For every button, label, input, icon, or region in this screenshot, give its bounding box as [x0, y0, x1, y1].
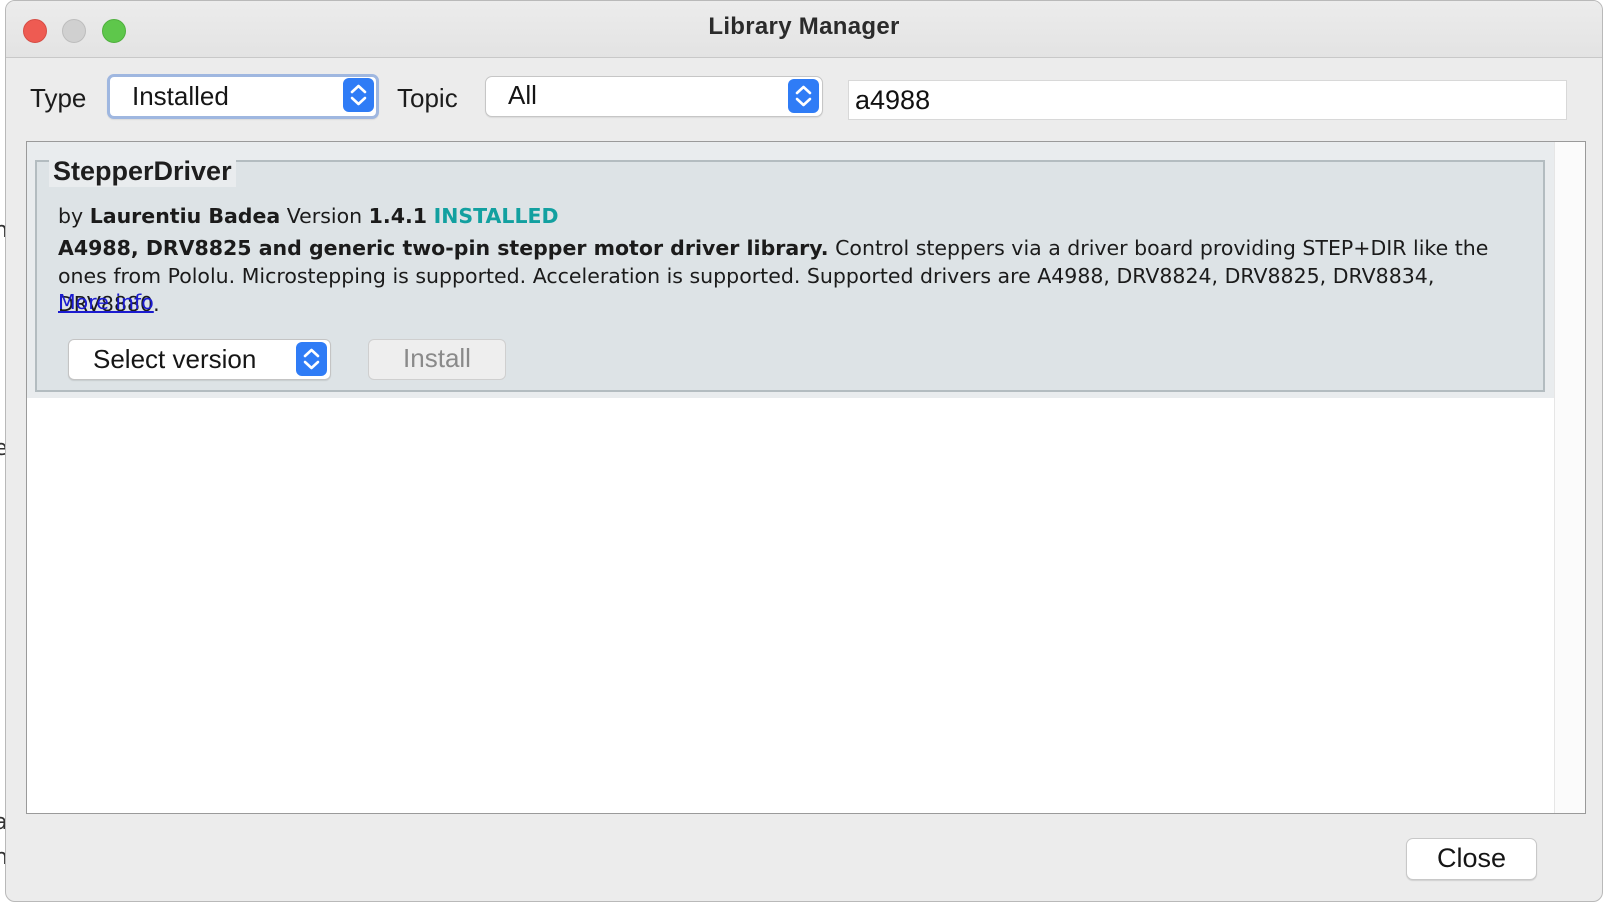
topic-select[interactable]: All [485, 76, 823, 117]
library-description: A4988, DRV8825 and generic two-pin stepp… [58, 234, 1538, 318]
library-summary: A4988, DRV8825 and generic two-pin stepp… [58, 236, 829, 260]
close-button[interactable]: Close [1406, 838, 1537, 880]
type-select-value: Installed [132, 81, 229, 111]
by-label: by [58, 204, 84, 228]
chevron-up-down-icon [788, 79, 819, 113]
type-label: Type [30, 83, 87, 113]
title-bar[interactable]: Library Manager [6, 1, 1602, 58]
topic-label: Topic [397, 83, 458, 113]
version-label: Version [286, 204, 363, 228]
search-input[interactable] [849, 81, 1566, 119]
list-scrollbar[interactable] [1554, 142, 1585, 813]
installed-badge: INSTALLED [433, 204, 559, 228]
library-card[interactable]: StepperDriver by Laurentiu Badea Version… [27, 142, 1554, 398]
install-button[interactable]: Install [368, 339, 506, 380]
library-card-frame: StepperDriver by Laurentiu Badea Version… [35, 156, 1545, 392]
library-name: StepperDriver [49, 156, 236, 187]
search-field[interactable] [848, 80, 1567, 120]
library-list[interactable]: StepperDriver by Laurentiu Badea Version… [26, 141, 1586, 814]
library-manager-window: Library Manager Type Installed Topic All [5, 0, 1603, 902]
window-title: Library Manager [708, 13, 900, 40]
chevron-up-down-icon [343, 78, 374, 112]
chevron-up-down-icon [296, 342, 327, 376]
library-meta: by Laurentiu Badea Version 1.4.1 INSTALL… [58, 204, 559, 228]
type-select[interactable]: Installed [107, 74, 379, 119]
library-author: Laurentiu Badea [89, 204, 281, 228]
library-version: 1.4.1 [368, 204, 428, 228]
select-version-dropdown[interactable]: Select version [68, 339, 331, 380]
topic-select-value: All [508, 80, 537, 110]
more-info-link[interactable]: More info [58, 290, 154, 314]
select-version-label: Select version [93, 344, 257, 374]
